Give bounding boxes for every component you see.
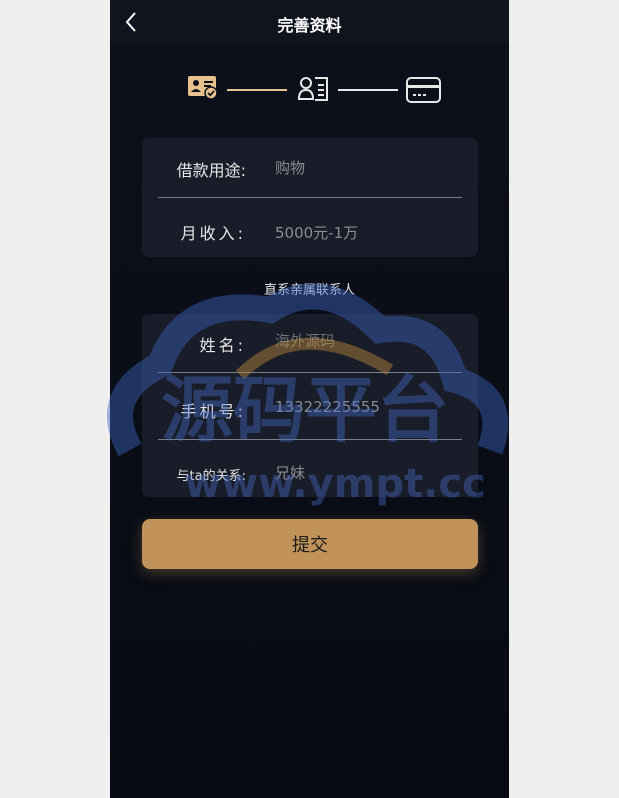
contact-relation-row[interactable]: 与ta的关系: 兄妹 [142,440,478,497]
contact-name-row: 姓名: [142,314,478,373]
bank-card-icon [406,77,441,103]
contact-name-input[interactable] [275,332,465,350]
id-card-verified-icon [188,76,218,100]
contact-phone-row: 手机号: [142,373,478,440]
nav-bar: 完善资料 [110,0,509,44]
step-connector [338,89,398,91]
contact-phone-label: 手机号: [180,402,246,421]
contact-section-title: 直系亲属联系人 [263,283,355,298]
contact-relation-label: 与ta的关系: [176,469,246,484]
page-title: 完善资料 [277,16,342,35]
contact-name-label: 姓名: [199,336,246,355]
monthly-income-value[interactable]: 5000元-1万 [275,222,465,243]
loan-purpose-label: 借款用途: [176,161,246,180]
contact-card: 姓名: 手机号: 与ta的关系: 兄妹 [142,314,478,497]
progress-steps [110,73,509,109]
contact-phone-input[interactable] [275,398,465,416]
submit-button[interactable]: 提交 [142,519,478,569]
monthly-income-row[interactable]: 月收入: 5000元-1万 [142,198,478,257]
loan-info-card: 借款用途: 购物 月收入: 5000元-1万 [142,138,478,257]
phone-screen: 完善资料 借款用途: 购物 月收入: 5000元-1万 直系亲属联系人 姓名: … [110,0,509,798]
loan-purpose-value[interactable]: 购物 [275,157,465,178]
loan-purpose-row[interactable]: 借款用途: 购物 [142,138,478,198]
contact-card-icon [297,77,328,101]
contact-relation-value[interactable]: 兄妹 [275,462,465,483]
monthly-income-label: 月收入: [180,224,246,243]
step-connector [227,89,287,91]
